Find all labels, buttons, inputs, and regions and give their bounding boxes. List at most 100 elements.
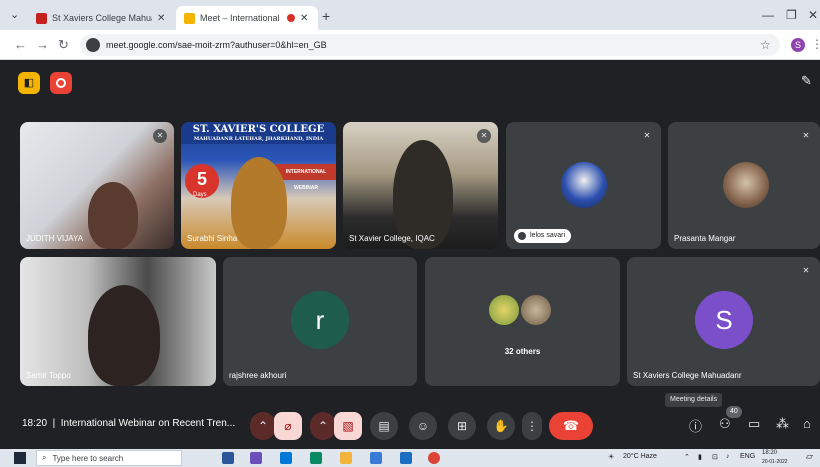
- browser-tab-strip: ⌄ St Xaviers College Mahuadanr | ✕ Meet …: [0, 0, 820, 30]
- screen: ⌄ St Xaviers College Mahuadanr | ✕ Meet …: [0, 0, 820, 467]
- camera-options-chevron-icon[interactable]: ⌃: [310, 412, 336, 440]
- language-indicator[interactable]: ENG: [740, 453, 755, 460]
- meeting-title: International Webinar on Recent Tren...: [60, 418, 236, 429]
- participant-avatar: r: [291, 291, 349, 349]
- participant-name: Samir Toppo: [26, 371, 71, 380]
- days-number: 5: [196, 169, 207, 189]
- college-banner: ST. XAVIER'S COLLEGE MAHUADANR LATEHAR, …: [181, 122, 336, 144]
- browser-menu-icon[interactable]: ⋮: [811, 37, 820, 51]
- chrome-icon[interactable]: [428, 452, 440, 464]
- close-icon[interactable]: ✕: [157, 13, 165, 24]
- emoji-button[interactable]: ☺: [409, 412, 437, 440]
- participant-name: St Xaviers College Mahuadanr: [633, 371, 742, 380]
- camera-off-button[interactable]: ▧: [334, 412, 362, 440]
- activities-shapes-icon[interactable]: ⁂: [776, 416, 789, 432]
- others-tile[interactable]: 32 others: [425, 257, 620, 386]
- participant-avatar: S: [695, 291, 753, 349]
- profile-avatar[interactable]: S: [791, 38, 805, 52]
- bookmark-star-icon[interactable]: ☆: [760, 38, 771, 52]
- mic-off-button[interactable]: ⌀: [274, 412, 302, 440]
- chat-icon[interactable]: ▭: [748, 416, 760, 432]
- app-icon[interactable]: [280, 452, 292, 464]
- reload-icon[interactable]: ↻: [58, 37, 69, 53]
- tray-clock-time[interactable]: 18:20: [762, 450, 777, 456]
- tab-meet[interactable]: Meet – International Webin ✕: [176, 6, 318, 30]
- address-bar-row: ← → ↻ meet.google.com/sae-moit-zrm?authu…: [0, 30, 820, 60]
- pencil-icon[interactable]: ✎: [801, 73, 812, 89]
- store-icon[interactable]: [370, 452, 382, 464]
- activities-icon[interactable]: ◧: [18, 72, 40, 94]
- mic-options-chevron-icon[interactable]: ⌃: [250, 412, 276, 440]
- gmail-favicon-icon: [36, 12, 47, 24]
- participant-tile[interactable]: r rajshree akhouri: [223, 257, 417, 386]
- restore-icon[interactable]: ❐: [786, 8, 797, 22]
- participant-tile[interactable]: ✕ JUDITH VIJAYA: [20, 122, 174, 249]
- forward-icon[interactable]: →: [36, 37, 49, 52]
- tab-title: St Xaviers College Mahuadanr |: [52, 13, 152, 23]
- meet-favicon-icon: [184, 12, 195, 24]
- people-icon[interactable]: ⚇: [719, 416, 731, 432]
- leave-call-button[interactable]: ☎: [549, 412, 593, 440]
- participant-tile[interactable]: S ✕ St Xaviers College Mahuadanr: [627, 257, 820, 386]
- international-banner: INTERNATIONAL WEBINAR: [276, 164, 336, 191]
- participant-avatar: [723, 162, 769, 208]
- participant-tile[interactable]: ST. XAVIER'S COLLEGE MAHUADANR LATEHAR, …: [181, 122, 336, 249]
- others-avatar: [487, 293, 521, 327]
- participant-video: [231, 157, 287, 249]
- tab-st-xaviers[interactable]: St Xaviers College Mahuadanr | ✕: [28, 6, 176, 30]
- notification-icon[interactable]: ▱: [806, 451, 813, 462]
- weather-icon: ☀: [608, 454, 615, 461]
- site-info-icon[interactable]: [86, 38, 100, 52]
- minimize-icon[interactable]: —: [762, 8, 774, 22]
- mic-off-icon: ✕: [153, 129, 167, 143]
- close-icon[interactable]: ✕: [300, 13, 308, 24]
- recording-indicator-button[interactable]: [50, 72, 72, 94]
- windows-taskbar: ⌕ Type here to search ☀ 20°C Haze ⌃ ▮ ⊡ …: [0, 449, 820, 467]
- more-options-button[interactable]: ⋮: [522, 412, 542, 440]
- network-icon[interactable]: ⊡: [712, 453, 718, 461]
- international-text: INTERNATIONAL WEBINAR: [285, 169, 327, 191]
- omnibox[interactable]: meet.google.com/sae-moit-zrm?authuser=0&…: [80, 34, 780, 56]
- participant-name: Surabhi Sinha: [187, 234, 238, 243]
- captions-button[interactable]: ▤: [370, 412, 398, 440]
- windows-start-icon[interactable]: [14, 452, 26, 464]
- search-icon: ⌕: [42, 453, 47, 462]
- participant-tile[interactable]: ✕ Prasanta Mangar: [668, 122, 820, 249]
- others-count: 32 others: [504, 347, 541, 356]
- raise-hand-button[interactable]: ✋: [487, 412, 515, 440]
- tray-chevron-icon[interactable]: ⌃: [684, 453, 690, 461]
- back-icon[interactable]: ←: [14, 37, 27, 52]
- new-tab-button[interactable]: +: [322, 8, 330, 24]
- taskbar-search-box[interactable]: ⌕ Type here to search: [36, 450, 182, 466]
- edge-icon[interactable]: [310, 452, 322, 464]
- window-close-icon[interactable]: ✕: [808, 8, 818, 22]
- mail-icon[interactable]: [400, 452, 412, 464]
- present-button[interactable]: ⊞: [448, 412, 476, 440]
- task-view-icon[interactable]: [222, 452, 234, 464]
- meeting-clock: 18:20 | International Webinar on Recent …: [22, 418, 235, 429]
- taskbar-search-text: Type here to search: [52, 453, 124, 463]
- recording-icon: [287, 14, 295, 22]
- participant-video: [393, 140, 453, 249]
- meeting-details-tooltip: Meeting details: [665, 393, 723, 407]
- mic-off-icon: ✕: [802, 131, 810, 140]
- mic-off-icon: ✕: [802, 266, 810, 275]
- weather-text[interactable]: 20°C Haze: [623, 453, 657, 460]
- battery-icon[interactable]: ▮: [698, 453, 702, 461]
- info-icon[interactable]: ⓘ: [689, 416, 702, 435]
- participant-tile[interactable]: ✕ lelos savari: [506, 122, 661, 249]
- participant-name: Prasanta Mangar: [674, 234, 736, 243]
- banner-subtitle: MAHUADANR LATEHAR, JHARKHAND, INDIA: [181, 136, 336, 142]
- participant-tile[interactable]: Samir Toppo: [20, 257, 216, 386]
- app-icon[interactable]: [250, 452, 262, 464]
- mic-off-icon: ✕: [477, 129, 491, 143]
- tray-clock-date[interactable]: 20-01-2022: [762, 459, 788, 465]
- participant-name-chip: lelos savari: [514, 229, 572, 243]
- participant-tile[interactable]: ✕ St Xavier College, IQAC: [343, 122, 498, 249]
- tab-search-icon[interactable]: ⌄: [10, 8, 19, 21]
- file-explorer-icon[interactable]: [340, 452, 352, 464]
- participant-avatar: [561, 162, 607, 208]
- participant-name: JUDITH VIJAYA: [26, 234, 84, 243]
- volume-icon[interactable]: ♪: [726, 453, 730, 460]
- host-controls-lock-icon[interactable]: ⌂: [803, 416, 811, 431]
